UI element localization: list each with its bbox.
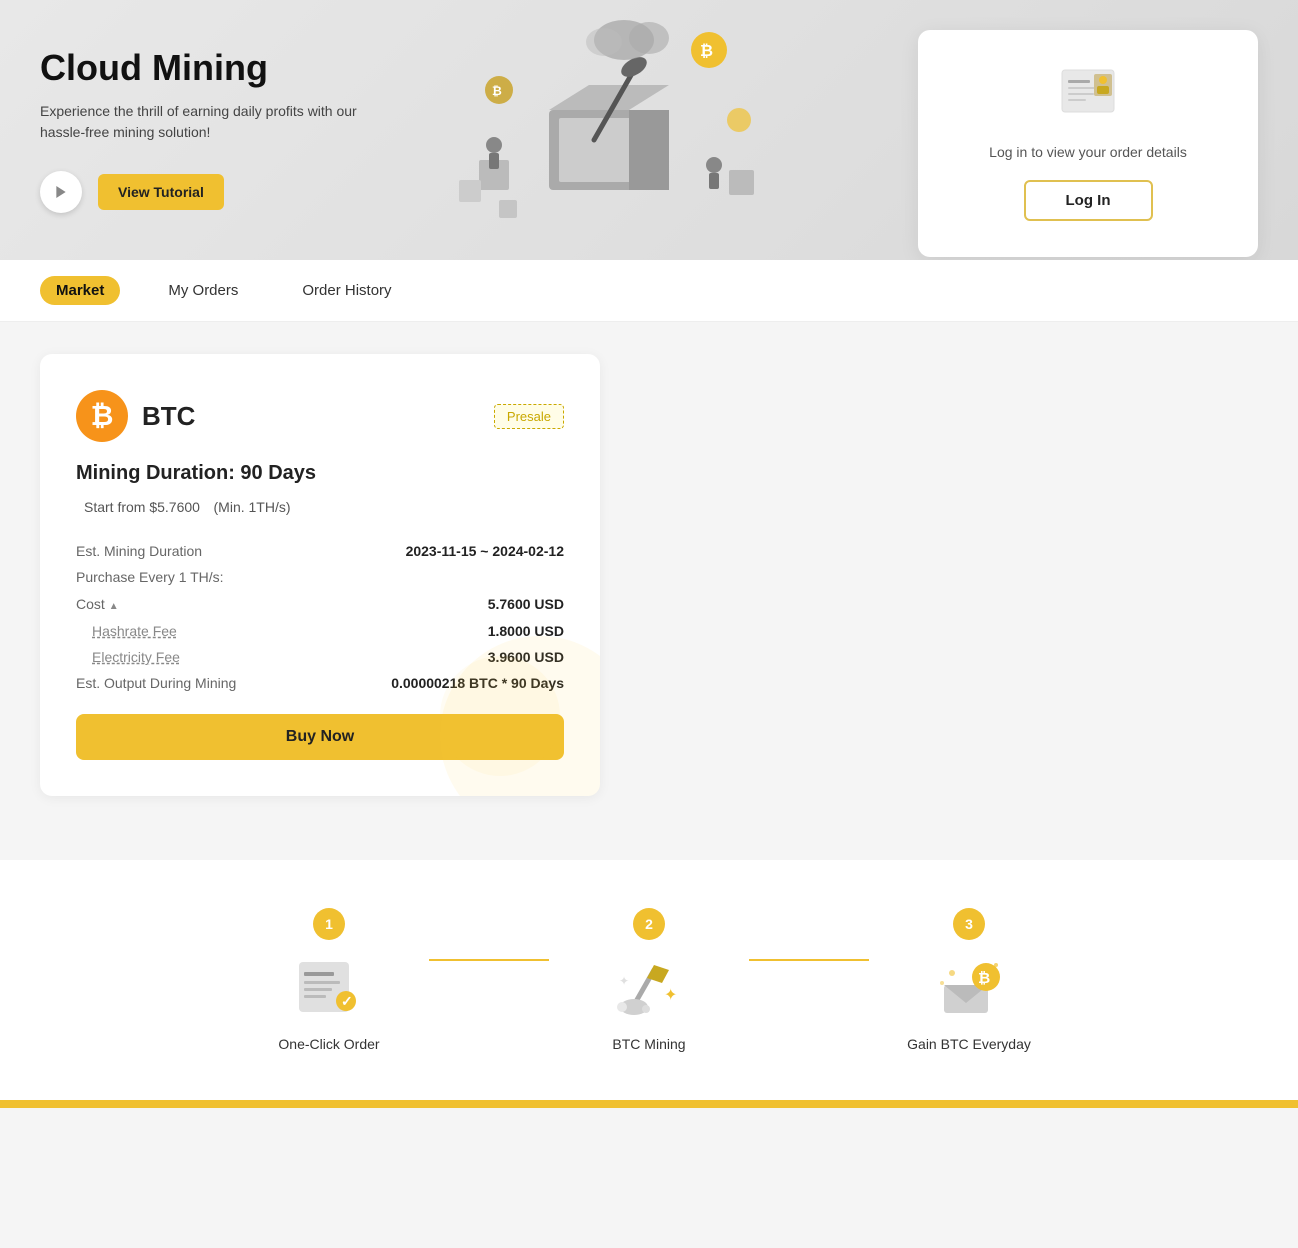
hero-actions: View Tutorial — [40, 171, 360, 213]
tab-market[interactable]: Market — [40, 276, 120, 305]
step-1-illustration: ✓ — [289, 952, 369, 1022]
presale-badge: Presale — [494, 404, 564, 429]
play-button[interactable] — [40, 171, 82, 213]
card-top: ₿ BTC Presale — [76, 390, 564, 442]
hero-subtitle: Experience the thrill of earning daily p… — [40, 101, 360, 143]
est-mining-label: Est. Mining Duration — [76, 543, 202, 559]
login-button[interactable]: Log In — [1024, 180, 1153, 221]
step-3-label: Gain BTC Everyday — [869, 1036, 1069, 1052]
gain-btc-icon: ₿ — [934, 955, 1004, 1020]
purchase-row: Purchase Every 1 TH/s: — [76, 564, 564, 590]
step-2-number: 2 — [633, 908, 665, 940]
svg-text:₿: ₿ — [492, 84, 502, 98]
step-1: 1 ✓ One-Click Order — [229, 908, 429, 1052]
svg-text:₿: ₿ — [700, 42, 713, 60]
one-click-order-icon: ✓ — [294, 957, 364, 1017]
hero-left: Cloud Mining Experience the thrill of ea… — [40, 47, 360, 213]
svg-text:✦: ✦ — [619, 974, 629, 988]
step-3-illustration: ₿ — [929, 952, 1009, 1022]
mining-illustration-svg: ₿ ₿ — [439, 10, 779, 250]
step-3: 3 ₿ Gain BTC Everyday — [869, 908, 1069, 1052]
hero-card-text: Log in to view your order details — [958, 144, 1218, 160]
mining-card: ₿ BTC Presale Mining Duration: 90 Days S… — [40, 354, 600, 796]
play-icon — [53, 184, 69, 200]
step-connector-1 — [429, 959, 549, 961]
tabs-bar: Market My Orders Order History — [0, 260, 1298, 322]
est-mining-row: Est. Mining Duration 2023-11-15 ~ 2024-0… — [76, 538, 564, 564]
cost-value: 5.7600 USD — [488, 596, 564, 612]
cost-label-text: Cost — [76, 596, 105, 612]
purchase-label: Purchase Every 1 TH/s: — [76, 569, 224, 585]
hero-section: Cloud Mining Experience the thrill of ea… — [0, 0, 1298, 260]
svg-text:✓: ✓ — [341, 993, 353, 1009]
bottom-bar — [0, 1100, 1298, 1108]
hero-login-card: Log in to view your order details Log In — [918, 30, 1258, 257]
step-connector-2 — [749, 959, 869, 961]
step-1-number: 1 — [313, 908, 345, 940]
electricity-fee-label: Electricity Fee — [92, 649, 180, 665]
mining-duration: Mining Duration: 90 Days — [76, 462, 564, 485]
cost-row: Cost ▲ 5.7600 USD — [76, 590, 564, 618]
step-3-number: 3 — [953, 908, 985, 940]
view-tutorial-button[interactable]: View Tutorial — [98, 174, 224, 210]
hero-title: Cloud Mining — [40, 47, 360, 89]
svg-text:₿: ₿ — [978, 970, 990, 987]
start-from-price: Start from $5.7600 — [84, 499, 200, 515]
hashrate-fee-label: Hashrate Fee — [92, 623, 177, 639]
order-icon — [958, 66, 1218, 128]
main-content: ₿ BTC Presale Mining Duration: 90 Days S… — [0, 322, 1100, 828]
coin-row: ₿ BTC — [76, 390, 195, 442]
btc-mining-icon: ✦ ✦ — [614, 955, 684, 1020]
step-2-label: BTC Mining — [549, 1036, 749, 1052]
est-output-label: Est. Output During Mining — [76, 675, 236, 691]
cost-arrow: ▲ — [109, 601, 119, 612]
step-1-label: One-Click Order — [229, 1036, 429, 1052]
hashrate-fee-row: Hashrate Fee 1.8000 USD — [76, 618, 564, 644]
cost-label: Cost ▲ — [76, 596, 119, 612]
order-details-icon — [1058, 66, 1118, 116]
tab-order-history[interactable]: Order History — [286, 276, 407, 305]
steps-section: 1 ✓ One-Click Order 2 — [0, 860, 1298, 1100]
start-from-min: (Min. 1TH/s) — [214, 499, 291, 515]
step-2: 2 ✦ ✦ BTC Mining — [549, 908, 749, 1052]
btc-name: BTC — [142, 401, 195, 432]
card-bg-circle2 — [440, 656, 560, 776]
est-mining-value: 2023-11-15 ~ 2024-02-12 — [406, 543, 564, 559]
step-2-illustration: ✦ ✦ — [609, 952, 689, 1022]
start-from: Start from $5.7600 (Min. 1TH/s) — [76, 495, 564, 518]
svg-text:✦: ✦ — [664, 987, 677, 1004]
tab-my-orders[interactable]: My Orders — [152, 276, 254, 305]
btc-logo: ₿ — [76, 390, 128, 442]
